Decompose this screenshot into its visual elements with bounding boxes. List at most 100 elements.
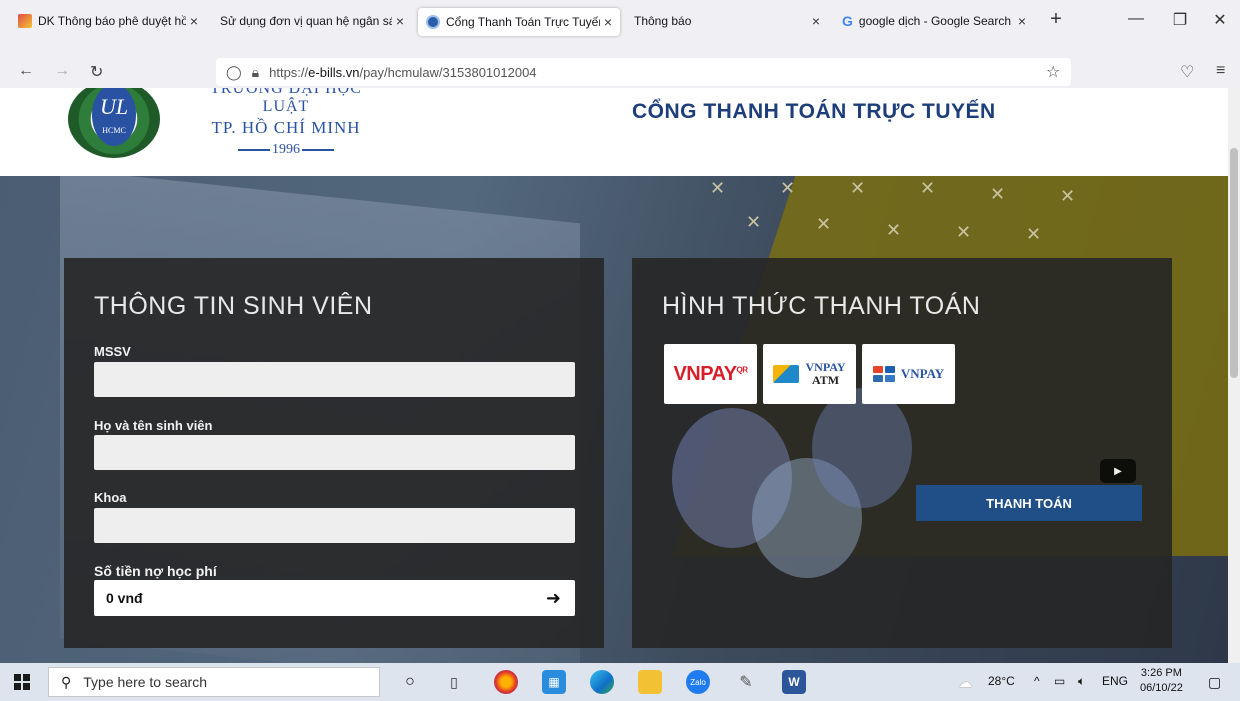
decor-x-icon: ✕ <box>1060 186 1076 206</box>
bookmark-star-icon[interactable]: ☆ <box>1046 62 1060 82</box>
taskbar-search-placeholder: Type here to search <box>83 674 208 690</box>
minimize-button[interactable]: — <box>1116 10 1156 28</box>
menu-icon[interactable]: ≡ <box>1216 62 1225 80</box>
shield-icon[interactable]: ◯ <box>226 64 242 81</box>
vnpay-qr-suffix: QR <box>736 364 749 374</box>
decor-x-icon: ✕ <box>710 178 726 198</box>
weather-temperature[interactable]: 28°C <box>988 674 1015 688</box>
atm-card-icon <box>773 365 800 383</box>
task-view-icon[interactable]: ▯ <box>442 670 466 694</box>
tab-google-search[interactable]: G google dịch - Google Search × <box>834 6 1034 36</box>
back-icon[interactable]: ← <box>18 62 34 80</box>
notifications-icon[interactable]: ▢ <box>1208 674 1221 691</box>
tuition-debt-label: Số tiền nợ học phí <box>94 563 217 579</box>
tab-label: DK Thông báo phê duyệt hồ <box>38 14 186 28</box>
url-host: e-bills.vn <box>308 64 360 80</box>
reload-icon[interactable]: ↻ <box>90 62 103 82</box>
close-window-button[interactable]: ✕ <box>1200 10 1240 30</box>
word-icon[interactable]: W <box>782 670 806 694</box>
tab-label: Sử dụng đơn vị quan hệ ngân sác <box>220 14 392 28</box>
file-explorer-icon[interactable] <box>638 670 662 694</box>
decor-x-icon: ✕ <box>920 178 936 198</box>
balloon-decor <box>812 388 912 508</box>
decor-x-icon: ✕ <box>780 178 796 198</box>
windows-start-icon[interactable] <box>14 674 30 690</box>
language-indicator[interactable]: ENG <box>1102 674 1128 688</box>
network-icon[interactable]: ▭ <box>1054 674 1065 688</box>
close-tab-icon[interactable]: × <box>812 13 820 29</box>
portal-title: CỔNG THANH TOÁN TRỰC TUYẾN <box>632 100 996 123</box>
vnpay-qr-logo: VNPAYQR <box>673 363 749 386</box>
cortana-icon[interactable]: ○ <box>398 670 422 694</box>
arrow-right-icon[interactable]: ➜ <box>546 588 561 609</box>
tab-dk-thong-bao[interactable]: DK Thông báo phê duyệt hồ × <box>10 6 206 36</box>
vnpay-intl-card-option[interactable]: VNPAY <box>862 344 955 404</box>
decor-x-icon: ✕ <box>990 184 1006 204</box>
scanner-icon[interactable]: ✎ <box>734 670 758 694</box>
youtube-icon: ▶ <box>1100 459 1136 483</box>
site-header: HCMC TRƯỜNG ĐẠI HỌC LUẬT TP. HỒ CHÍ MINH… <box>0 88 1228 176</box>
vnpay-atm-option[interactable]: VNPAY ATM <box>763 344 856 404</box>
scrollbar-thumb[interactable] <box>1230 148 1238 378</box>
close-tab-icon[interactable]: × <box>190 13 198 29</box>
payment-options: VNPAYQR VNPAY ATM VNPAY <box>664 344 955 404</box>
school-year: 1996 <box>186 142 386 158</box>
decor-x-icon: ✕ <box>816 214 832 234</box>
close-tab-icon[interactable]: × <box>604 14 612 30</box>
taskbar-clock[interactable]: 3:26 PM 06/10/22 <box>1140 666 1183 696</box>
url-path: /pay/hcmulaw/3153801012004 <box>359 64 537 80</box>
volume-icon[interactable]: 🔈︎ <box>1078 674 1085 689</box>
tab-thong-bao[interactable]: Thông báo × <box>626 6 828 36</box>
url-prefix: https:// <box>269 64 309 80</box>
clock-date: 06/10/22 <box>1140 682 1183 694</box>
edge-icon[interactable] <box>590 670 614 694</box>
student-name-input[interactable] <box>94 435 575 470</box>
lock-icon[interactable]: 🔒︎ <box>252 64 259 81</box>
payment-method-panel: HÌNH THỨC THANH TOÁN VNPAYQR VNPAY ATM V… <box>632 258 1172 648</box>
student-name-label: Họ và tên sinh viên <box>94 418 213 433</box>
mssv-input[interactable] <box>94 362 575 397</box>
taskbar-search-box[interactable]: ⚲ Type here to search <box>48 667 380 697</box>
store-icon[interactable]: ▦ <box>542 670 566 694</box>
page-scrollbar[interactable] <box>1228 88 1240 663</box>
student-info-title: THÔNG TIN SINH VIÊN <box>94 292 373 320</box>
tab-label: Thông báo <box>634 14 692 28</box>
tab-label: google dịch - Google Search <box>858 14 1011 28</box>
restore-button[interactable]: ❐ <box>1160 10 1200 30</box>
credit-cards-icon <box>872 366 895 382</box>
faculty-label: Khoa <box>94 490 127 505</box>
tab-su-dung-don-vi[interactable]: Sử dụng đơn vị quan hệ ngân sác × <box>212 6 412 36</box>
close-tab-icon[interactable]: × <box>1018 13 1026 29</box>
tab-label: Cổng Thanh Toán Trực Tuyến <box>446 15 600 29</box>
faculty-input[interactable] <box>94 508 575 543</box>
url-bar[interactable]: ◯ 🔒︎ https:// e-bills.vn /pay/hcmulaw/31… <box>216 58 1071 86</box>
vnpay-intl-name: VNPAY <box>900 366 945 381</box>
vnpay-atm-sub: ATM <box>811 373 840 387</box>
decor-x-icon: ✕ <box>886 220 902 240</box>
google-favicon-icon: G <box>842 13 853 29</box>
vnpay-qr-option[interactable]: VNPAYQR <box>664 344 757 404</box>
pocket-icon[interactable]: ♡ <box>1180 62 1194 82</box>
close-tab-icon[interactable]: × <box>396 13 404 29</box>
vnpay-atm-logo: VNPAY ATM <box>805 361 845 387</box>
tuition-debt-value: 0 vnđ <box>106 590 143 606</box>
search-icon: ⚲ <box>61 673 72 690</box>
zalo-icon[interactable]: Zalo <box>686 670 710 694</box>
tab-cong-thanh-toan[interactable]: Cổng Thanh Toán Trực Tuyến × <box>418 8 620 36</box>
new-tab-button[interactable]: + <box>1036 8 1076 31</box>
page-viewport: HCMC TRƯỜNG ĐẠI HỌC LUẬT TP. HỒ CHÍ MINH… <box>0 88 1228 663</box>
decor-x-icon: ✕ <box>1026 224 1042 244</box>
decor-x-icon: ✕ <box>850 178 866 198</box>
tray-overflow-icon[interactable]: ^ <box>1034 674 1040 688</box>
forward-icon[interactable]: → <box>54 62 70 80</box>
pay-button[interactable]: THANH TOÁN <box>916 485 1142 521</box>
university-favicon-icon <box>426 15 440 29</box>
windows-taskbar: ⚲ Type here to search ○ ▯ ▦ Zalo ✎ W ☁ 2… <box>0 663 1240 701</box>
app-favicon-icon <box>18 14 32 28</box>
tuition-debt-field[interactable]: 0 vnđ ➜ <box>94 580 575 616</box>
hero-section: ✕ ✕ ✕ ✕ ✕ ✕ ✕ ✕ ✕ ✕ ✕ THÔNG TIN SINH VIÊ… <box>0 176 1228 663</box>
school-name: TRƯỜNG ĐẠI HỌC LUẬT TP. HỒ CHÍ MINH 1996 <box>186 88 386 158</box>
cloud-weather-icon[interactable]: ☁ <box>958 674 972 691</box>
firefox-icon[interactable] <box>494 670 518 694</box>
student-info-panel: THÔNG TIN SINH VIÊN MSSV Họ và tên sinh … <box>64 258 604 648</box>
